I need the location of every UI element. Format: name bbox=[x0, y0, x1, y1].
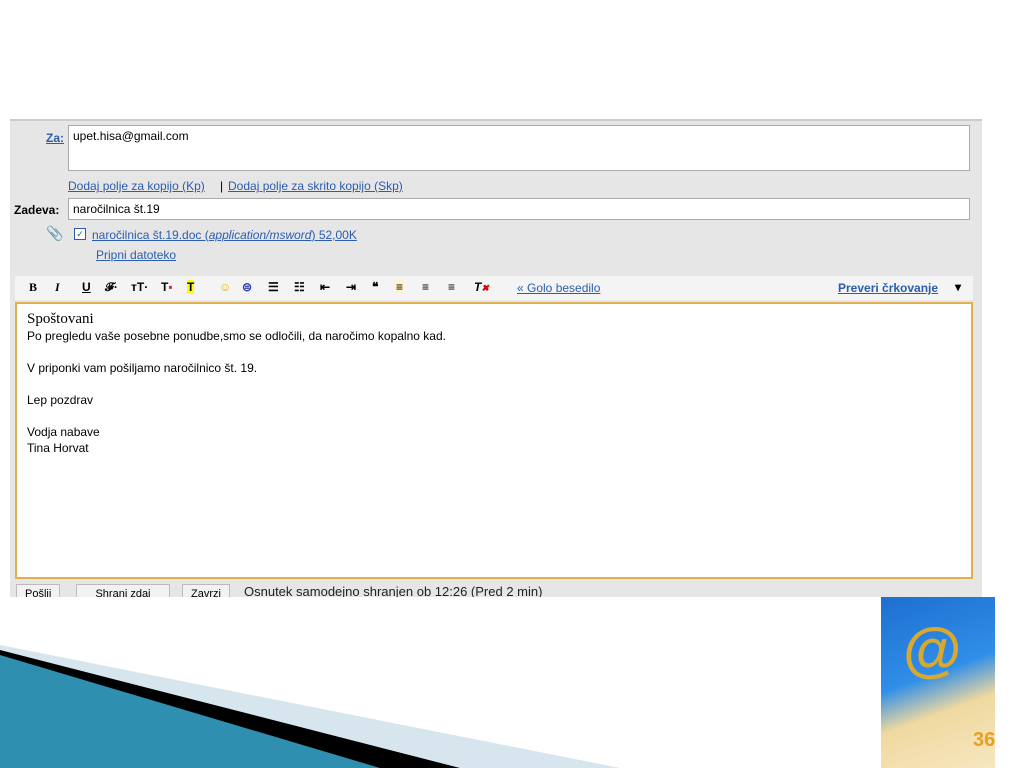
attachment-link[interactable]: naročilnica št.19.doc (application/mswor… bbox=[92, 228, 357, 242]
highlight-icon[interactable]: T bbox=[187, 280, 195, 294]
bold-button[interactable]: B bbox=[29, 280, 37, 295]
link-icon[interactable]: ⊜ bbox=[242, 280, 252, 294]
draft-status: Osnutek samodejno shranjen ob 12:26 (Pre… bbox=[244, 584, 543, 597]
subject-label: Zadeva: bbox=[14, 203, 60, 217]
spellcheck-dropdown-icon[interactable]: ▾ bbox=[955, 280, 961, 294]
message-body-editor[interactable]: Spoštovani Po pregledu vaše posebne ponu… bbox=[15, 302, 973, 579]
at-sign-icon: @ bbox=[903, 616, 962, 683]
page-number: 36 bbox=[973, 729, 996, 751]
plain-text-link[interactable]: « Golo besedilo bbox=[517, 281, 600, 295]
body-line: Lep pozdrav bbox=[27, 393, 94, 407]
add-cc-link[interactable]: Dodaj polje za kopijo (Kp) bbox=[68, 179, 205, 193]
remove-format-icon[interactable]: T✖ bbox=[474, 280, 489, 294]
underline-button[interactable]: U bbox=[82, 280, 91, 294]
quote-icon[interactable]: ❝ bbox=[372, 280, 378, 294]
body-line: Po pregledu vaše posebne ponudbe,smo se … bbox=[27, 329, 446, 343]
send-button[interactable]: Pošlji bbox=[16, 584, 61, 597]
discard-button[interactable]: Zavrzi bbox=[182, 584, 230, 597]
body-line: Vodja nabave bbox=[27, 425, 100, 439]
align-left-icon[interactable]: ≡ bbox=[396, 280, 404, 294]
body-line: V priponki vam pošiljamo naročilnico št.… bbox=[27, 361, 258, 375]
font-button[interactable]: 𝓕· bbox=[105, 280, 118, 295]
paperclip-icon: 📎 bbox=[46, 225, 64, 241]
bullet-list-icon[interactable]: ☷ bbox=[294, 280, 305, 294]
body-line: Tina Horvat bbox=[27, 441, 89, 455]
font-size-button[interactable]: тT· bbox=[131, 280, 148, 294]
greeting: Spoštovani bbox=[27, 311, 94, 327]
spellcheck-link[interactable]: Preveri črkovanje bbox=[838, 281, 938, 295]
italic-button[interactable]: I bbox=[55, 280, 60, 295]
align-center-icon[interactable]: ≡ bbox=[422, 280, 429, 294]
compose-panel: Za: upet.hisa@gmail.com Dodaj polje za k… bbox=[10, 119, 982, 597]
separator: | bbox=[220, 179, 224, 193]
attach-file-link[interactable]: Pripni datoteko bbox=[96, 248, 176, 262]
outdent-icon[interactable]: ⇤ bbox=[320, 280, 330, 294]
numbered-list-icon[interactable]: ☰ bbox=[268, 280, 279, 294]
indent-icon[interactable]: ⇥ bbox=[346, 280, 356, 294]
to-label-link[interactable]: Za: bbox=[46, 131, 64, 145]
align-right-icon[interactable]: ≡ bbox=[448, 280, 455, 294]
save-button[interactable]: Shrani zdaj bbox=[76, 584, 170, 597]
to-input[interactable]: upet.hisa@gmail.com bbox=[68, 125, 970, 171]
slide-decoration bbox=[0, 645, 620, 768]
emoji-icon[interactable]: ☺ bbox=[219, 280, 231, 294]
add-bcc-link[interactable]: Dodaj polje za skrito kopijo (Skp) bbox=[228, 179, 403, 193]
text-color-icon[interactable]: T▪ bbox=[161, 280, 173, 294]
attachment-checkbox[interactable]: ✓ bbox=[74, 228, 86, 240]
format-toolbar: B I U 𝓕· тT· T▪ T ☺ ⊜ ☰ ☷ ⇤ ⇥ ❝ ≡ ≡ ≡ T✖… bbox=[15, 276, 973, 300]
subject-input[interactable]: naročilnica št.19 bbox=[68, 198, 970, 220]
